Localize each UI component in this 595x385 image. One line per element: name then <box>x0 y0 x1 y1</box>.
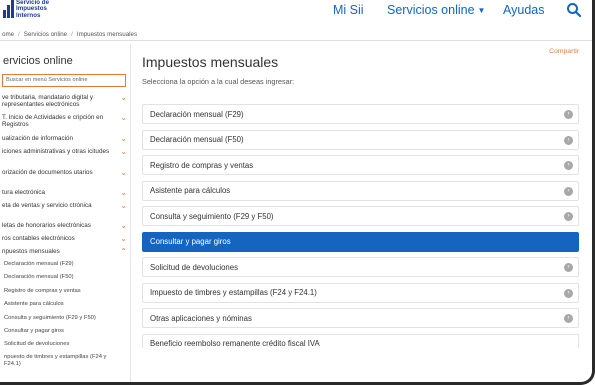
option-consulta-seguimiento[interactable]: Consulta y seguimiento (F29 y F50) › <box>142 206 579 226</box>
option-label: Asistente para cálculos <box>150 186 231 195</box>
option-beneficio-reembolso[interactable]: Beneficio reembolso remanente crédito fi… <box>142 333 579 348</box>
option-label: Registro de compras y ventas <box>150 160 254 170</box>
option-label: Solicitud de devoluciones <box>150 262 238 272</box>
sidebar-item-label: tura electrónica <box>2 189 46 196</box>
breadcrumb-home[interactable]: ome <box>2 31 14 38</box>
caret-down-icon: ▼ <box>477 5 486 15</box>
option-label: Declaración mensual (F50) <box>150 135 244 144</box>
option-label: Otras aplicaciones y nóminas <box>150 313 252 323</box>
sidebar-item-label: ve tributaria, mandatario digital y repr… <box>2 94 94 109</box>
chevron-down-icon: ⌄ <box>120 221 127 230</box>
chevron-right-icon: › <box>564 314 573 323</box>
chevron-down-icon: ⌄ <box>120 134 127 143</box>
sidebar-subitem-devoluciones[interactable]: Solicitud de devoluciones <box>0 338 131 351</box>
option-solicitud-devoluciones[interactable]: Solicitud de devoluciones › <box>142 257 579 277</box>
share-link[interactable]: Compartir <box>549 48 579 55</box>
chevron-down-icon: ⌄ <box>120 113 127 122</box>
logo-line-3: Internos <box>16 11 41 19</box>
nav-mi-sii[interactable]: Mi Sii <box>333 0 364 20</box>
sidebar-subitem-giros[interactable]: Consultar y pagar giros <box>0 325 131 338</box>
chevron-down-icon: ⌄ <box>120 188 127 197</box>
breadcrumb: ome / Servicios online / Impuestos mensu… <box>0 29 592 41</box>
option-impuesto-timbres[interactable]: Impuesto de timbres y estampillas (F24 y… <box>142 282 579 303</box>
breadcrumb-current: Impuestos mensuales <box>76 31 138 38</box>
chevron-down-icon: ⌄ <box>120 147 127 156</box>
sidebar-item-label: ros contables electrónicos <box>2 235 75 242</box>
sidebar: ervicios online Buscar en menú Servicios… <box>0 44 131 382</box>
sidebar-item-inicio-actividades[interactable]: T. Inicio de Actividades e cripción en R… <box>0 114 131 130</box>
chevron-right-icon: › <box>564 288 573 298</box>
option-declaracion-f29[interactable]: Declaración mensual (F29) › <box>142 104 579 124</box>
browser-frame: Servicio de Impuestos Internos Mi Sii Se… <box>0 0 595 385</box>
options-list: Declaración mensual (F29) › Declaración … <box>142 104 579 353</box>
sidebar-item-label: T. Inicio de Actividades e cripción en R… <box>2 114 104 129</box>
sidebar-item-label: ualización de información <box>2 135 74 142</box>
sidebar-search-placeholder: Buscar en menú Servicios online <box>6 77 88 83</box>
sidebar-item-libros[interactable]: ros contables electrónicos ⌄ <box>0 235 131 243</box>
option-label: Beneficio reembolso remanente crédito fi… <box>150 338 320 348</box>
main-content: Compartir Impuestos mensuales Selecciona… <box>131 44 592 382</box>
sidebar-item-actualizacion[interactable]: ualización de información ⌄ <box>0 135 131 143</box>
nav-servicios-online[interactable]: Servicios online ▼ <box>387 0 485 20</box>
chevron-down-icon: ⌄ <box>120 168 127 177</box>
option-consultar-pagar-giros[interactable]: Consultar y pagar giros <box>142 231 579 252</box>
nav-servicios-label: Servicios online <box>387 3 475 17</box>
sidebar-search-input[interactable]: Buscar en menú Servicios online <box>2 74 126 87</box>
sii-logo[interactable]: Servicio de Impuestos Internos <box>2 0 49 20</box>
chevron-right-icon: › <box>564 186 573 196</box>
sidebar-item-label: eta de ventas y servicio ctrónica <box>2 202 92 209</box>
sidebar-subitem-timbres[interactable]: npuesto de timbres y estampillas (F24 y … <box>0 352 124 368</box>
sidebar-item-impuestos-mensuales[interactable]: npuestos mensuales ⌃ <box>0 248 131 256</box>
sidebar-subitem-f50[interactable]: Declaración mensual (F50) <box>0 271 131 284</box>
sidebar-item-peticiones[interactable]: iciones administrativas y otras icitudes… <box>0 148 131 164</box>
chevron-right-icon: › <box>564 263 573 272</box>
chevron-down-icon: ⌄ <box>120 234 127 243</box>
sidebar-item-label: orización de documentos utarios <box>2 169 93 176</box>
option-otras-aplicaciones[interactable]: Otras aplicaciones y nóminas › <box>142 308 579 328</box>
sidebar-item-clave-tributaria[interactable]: ve tributaria, mandatario digital y repr… <box>0 94 131 110</box>
chevron-right-icon: › <box>564 161 573 170</box>
sidebar-subitem-registro[interactable]: Registro de compras y ventas <box>0 285 131 298</box>
option-label: Consultar y pagar giros <box>150 237 231 246</box>
search-icon[interactable] <box>566 2 582 18</box>
sidebar-subitem-asistente[interactable]: Asistente para cálculos <box>0 298 131 311</box>
sidebar-item-honorarios[interactable]: letas de honorarios electrónicas ⌄ <box>0 222 131 230</box>
sidebar-subitem-consulta[interactable]: Consulta y seguimiento (F29 y F50) <box>0 312 131 325</box>
sidebar-item-factura[interactable]: tura electrónica ⌄ <box>0 189 131 197</box>
sidebar-item-label: letas de honorarios electrónicas <box>2 222 91 229</box>
sidebar-item-label: iciones administrativas y otras icitudes <box>2 148 110 155</box>
sidebar-title: ervicios online <box>3 55 73 67</box>
page-title: Impuestos mensuales <box>142 54 279 70</box>
option-label: Impuesto de timbres y estampillas (F24 y… <box>150 288 317 297</box>
option-registro-compras-ventas[interactable]: Registro de compras y ventas › <box>142 155 579 175</box>
breadcrumb-servicios[interactable]: Servicios online <box>24 31 67 38</box>
top-navigation: Servicio de Impuestos Internos Mi Sii Se… <box>0 0 592 26</box>
logo-mark-icon <box>2 0 14 20</box>
sidebar-subitem-f29[interactable]: Declaración mensual (F29) <box>0 258 131 271</box>
sidebar-item-boleta[interactable]: eta de ventas y servicio ctrónica ⌄ <box>0 202 131 218</box>
page-subtitle: Selecciona la opción a la cual deseas in… <box>142 77 295 86</box>
sidebar-item-label: npuestos mensuales <box>2 248 60 255</box>
chevron-down-icon: ⌄ <box>120 93 127 102</box>
option-label: Declaración mensual (F29) <box>150 109 244 119</box>
option-label: Consulta y seguimiento (F29 y F50) <box>150 211 274 221</box>
sidebar-submenu: Declaración mensual (F29) Declaración me… <box>0 258 131 368</box>
sidebar-item-autorizacion[interactable]: orización de documentos utarios ⌄ <box>0 169 131 185</box>
chevron-down-icon: ⌄ <box>120 201 127 210</box>
option-declaracion-f50[interactable]: Declaración mensual (F50) › <box>142 129 579 150</box>
breadcrumb-separator: / <box>18 31 20 38</box>
logo-text: Servicio de Impuestos Internos <box>16 0 49 19</box>
nav-ayudas[interactable]: Ayudas <box>503 0 544 20</box>
sidebar-menu: ve tributaria, mandatario digital y repr… <box>0 94 131 368</box>
chevron-right-icon: › <box>564 212 573 221</box>
chevron-right-icon: › <box>564 110 573 119</box>
option-asistente-calculos[interactable]: Asistente para cálculos › <box>142 180 579 201</box>
chevron-up-icon: ⌃ <box>120 247 127 256</box>
breadcrumb-separator: / <box>71 31 73 38</box>
chevron-right-icon: › <box>564 135 573 145</box>
